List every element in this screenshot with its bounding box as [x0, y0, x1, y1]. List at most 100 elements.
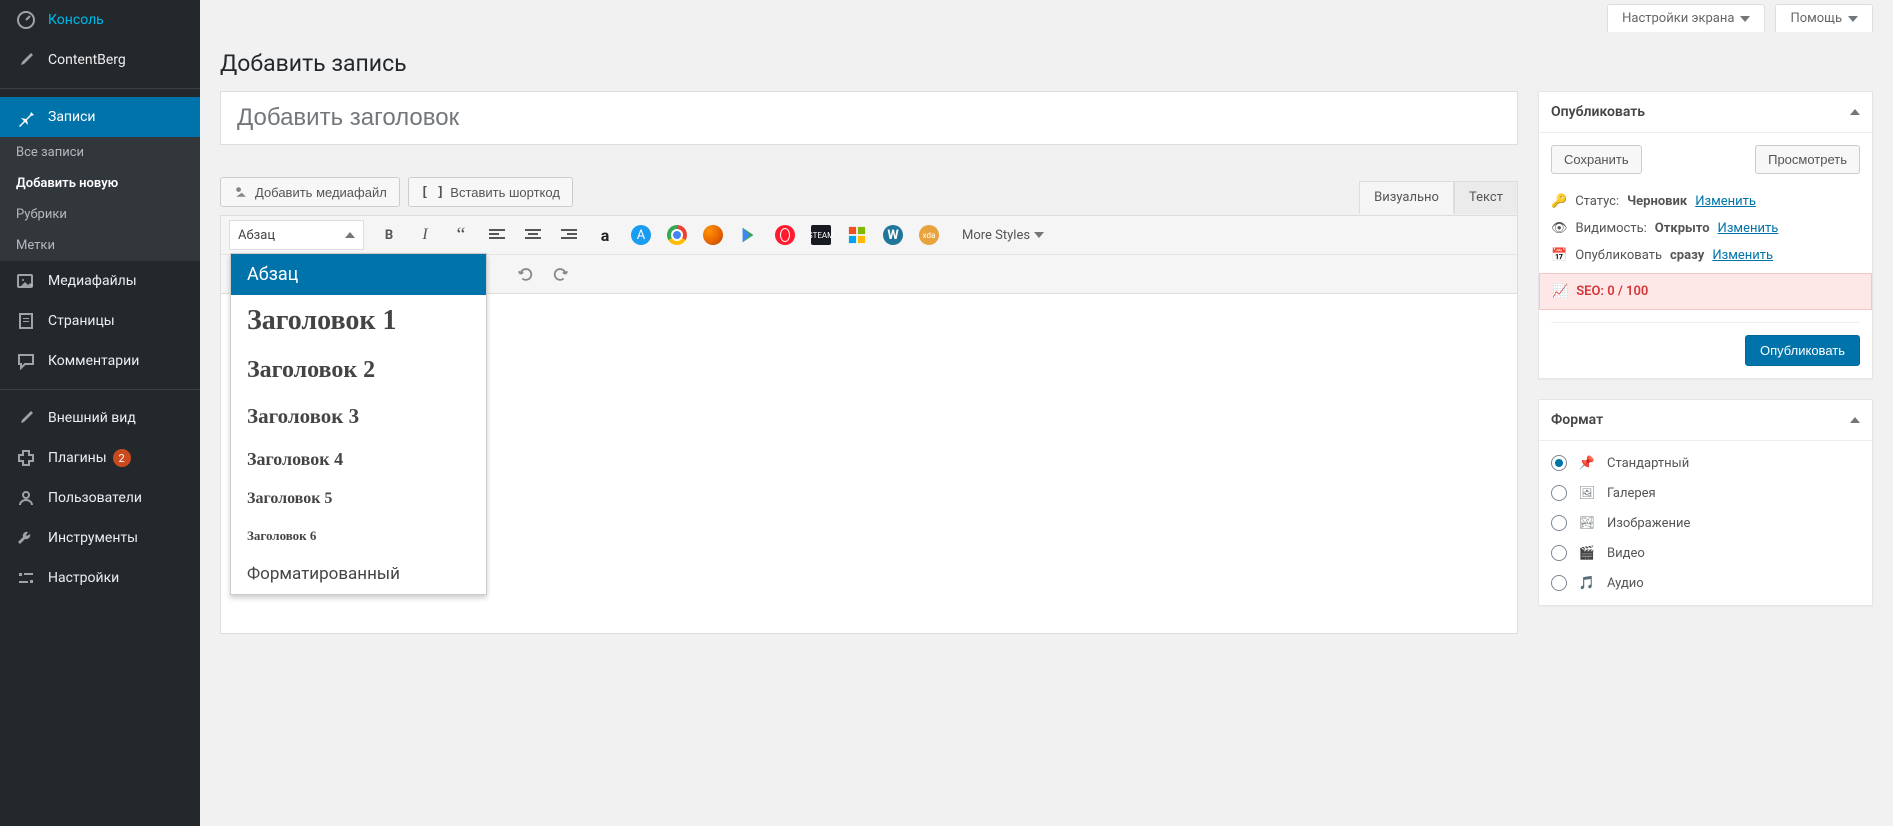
- undo-button[interactable]: [508, 259, 542, 289]
- menu-separator: [0, 88, 200, 89]
- format-option-h2[interactable]: Заголовок 2: [231, 347, 486, 394]
- screen-options-tab[interactable]: Настройки экрана: [1607, 4, 1765, 32]
- screen-meta-links: Настройки экрана Помощь: [220, 0, 1873, 32]
- image-icon: 🏞: [1577, 513, 1597, 533]
- format-option-label: Видео: [1607, 546, 1645, 561]
- sidebar-item-contentberg[interactable]: ContentBerg: [0, 40, 200, 80]
- submenu-item-tags[interactable]: Метки: [0, 230, 200, 261]
- seo-score-bar: 📈 SEO: 0 / 100: [1539, 273, 1872, 310]
- format-option-standard[interactable]: 📌 Стандартный: [1551, 453, 1860, 473]
- calendar-icon: 📅: [1551, 248, 1567, 263]
- sidebar-label: Плагины: [48, 450, 107, 466]
- submenu-item-add-new[interactable]: Добавить новую: [0, 168, 200, 199]
- edit-status-link[interactable]: Изменить: [1695, 194, 1756, 209]
- dashboard-icon: [16, 10, 36, 30]
- firefox-icon[interactable]: [696, 220, 730, 250]
- chrome-icon[interactable]: [660, 220, 694, 250]
- sidebar-label: Комментарии: [48, 353, 139, 369]
- status-value: Черновик: [1627, 194, 1687, 209]
- add-media-label: Добавить медиафайл: [255, 185, 387, 200]
- editor-tab-visual[interactable]: Визуально: [1359, 181, 1454, 214]
- wordpress-icon[interactable]: W: [876, 220, 910, 250]
- format-select[interactable]: Абзац Абзац Заголовок 1 Заголовок 2 Заго…: [229, 220, 364, 250]
- format-option-audio[interactable]: 🎵 Аудио: [1551, 573, 1860, 593]
- sidebar-item-pages[interactable]: Страницы: [0, 301, 200, 341]
- format-option-h3[interactable]: Заголовок 3: [231, 394, 486, 439]
- pin-icon: 📌: [1577, 453, 1597, 473]
- format-option-h5[interactable]: Заголовок 5: [231, 480, 486, 518]
- sidebar-item-settings[interactable]: Настройки: [0, 558, 200, 598]
- sidebar-item-users[interactable]: Пользователи: [0, 478, 200, 518]
- publish-button[interactable]: Опубликовать: [1745, 335, 1860, 366]
- format-option-h4[interactable]: Заголовок 4: [231, 439, 486, 480]
- eye-icon: 👁: [1551, 221, 1568, 236]
- sidebar-submenu-posts: Все записи Добавить новую Рубрики Метки: [0, 137, 200, 261]
- caret-down-icon: [1848, 16, 1858, 22]
- sidebar-item-media[interactable]: Медиафайлы: [0, 261, 200, 301]
- format-option-gallery[interactable]: 🖼 Галерея: [1551, 483, 1860, 503]
- add-media-button[interactable]: Добавить медиафайл: [220, 177, 400, 207]
- format-option-label: Галерея: [1607, 486, 1656, 501]
- format-box-header[interactable]: Формат: [1539, 400, 1872, 441]
- sidebar-item-dashboard[interactable]: Консоль: [0, 0, 200, 40]
- publish-box-header[interactable]: Опубликовать: [1539, 92, 1872, 133]
- edit-schedule-link[interactable]: Изменить: [1712, 248, 1773, 263]
- steam-icon[interactable]: STEAM: [804, 220, 838, 250]
- save-draft-button[interactable]: Сохранить: [1551, 145, 1642, 174]
- sidebar-item-appearance[interactable]: Внешний вид: [0, 398, 200, 438]
- toggle-icon: [1850, 109, 1860, 115]
- menu-separator: [0, 389, 200, 390]
- side-column: Опубликовать Сохранить Просмотреть 🔑 Ста…: [1538, 91, 1873, 634]
- sidebar-item-tools[interactable]: Инструменты: [0, 518, 200, 558]
- opera-icon[interactable]: [768, 220, 802, 250]
- xda-icon[interactable]: xda: [912, 220, 946, 250]
- microsoft-icon[interactable]: [840, 220, 874, 250]
- help-tab[interactable]: Помощь: [1775, 4, 1873, 32]
- format-option-image[interactable]: 🏞 Изображение: [1551, 513, 1860, 533]
- key-icon: 🔑: [1551, 194, 1567, 209]
- sidebar-label: Записи: [48, 109, 96, 125]
- sidebar-label: ContentBerg: [48, 52, 126, 68]
- radio-icon: [1551, 485, 1567, 501]
- update-badge: 2: [113, 449, 131, 467]
- format-option-h1[interactable]: Заголовок 1: [231, 295, 486, 347]
- format-option-video[interactable]: 🎬 Видео: [1551, 543, 1860, 563]
- format-dropdown: Абзац Заголовок 1 Заголовок 2 Заголовок …: [230, 253, 487, 595]
- bold-button[interactable]: B: [372, 220, 406, 250]
- status-row: 🔑 Статус: Черновик Изменить: [1551, 188, 1860, 215]
- submenu-item-all-posts[interactable]: Все записи: [0, 137, 200, 168]
- align-right-button[interactable]: [552, 220, 586, 250]
- post-title-input[interactable]: [220, 91, 1518, 145]
- format-option-paragraph[interactable]: Абзац: [231, 254, 486, 295]
- format-option-pre[interactable]: Форматированный: [231, 554, 486, 594]
- appstore-icon[interactable]: A: [624, 220, 658, 250]
- redo-button[interactable]: [544, 259, 578, 289]
- blockquote-button[interactable]: “: [444, 220, 478, 250]
- format-option-label: Аудио: [1607, 576, 1644, 591]
- format-box: Формат 📌 Стандартный 🖼 Галерея: [1538, 399, 1873, 606]
- sidebar-item-plugins[interactable]: Плагины 2: [0, 438, 200, 478]
- sidebar-item-posts[interactable]: Записи: [0, 97, 200, 137]
- sidebar-label: Внешний вид: [48, 410, 136, 426]
- schedule-row: 📅 Опубликовать сразу Изменить: [1551, 242, 1860, 269]
- format-option-h6[interactable]: Заголовок 6: [231, 518, 486, 554]
- tools-icon: [16, 528, 36, 548]
- page-title: Добавить запись: [220, 32, 1873, 91]
- align-center-button[interactable]: [516, 220, 550, 250]
- italic-button[interactable]: I: [408, 220, 442, 250]
- align-left-button[interactable]: [480, 220, 514, 250]
- gallery-icon: 🖼: [1577, 483, 1597, 503]
- edit-visibility-link[interactable]: Изменить: [1718, 221, 1779, 236]
- pin-icon: [16, 107, 36, 127]
- more-styles-button[interactable]: More Styles: [956, 228, 1050, 243]
- editor-tab-text[interactable]: Текст: [1454, 181, 1518, 214]
- submenu-item-categories[interactable]: Рубрики: [0, 199, 200, 230]
- insert-shortcode-button[interactable]: [ ] Вставить шорткод: [408, 177, 573, 207]
- sidebar-item-comments[interactable]: Комментарии: [0, 341, 200, 381]
- preview-button[interactable]: Просмотреть: [1755, 145, 1860, 174]
- sidebar-label: Консоль: [48, 12, 104, 28]
- sidebar-label: Пользователи: [48, 490, 142, 506]
- amazon-icon[interactable]: a: [588, 220, 622, 250]
- main-content: Настройки экрана Помощь Добавить запись …: [200, 0, 1893, 694]
- play-store-icon[interactable]: [732, 220, 766, 250]
